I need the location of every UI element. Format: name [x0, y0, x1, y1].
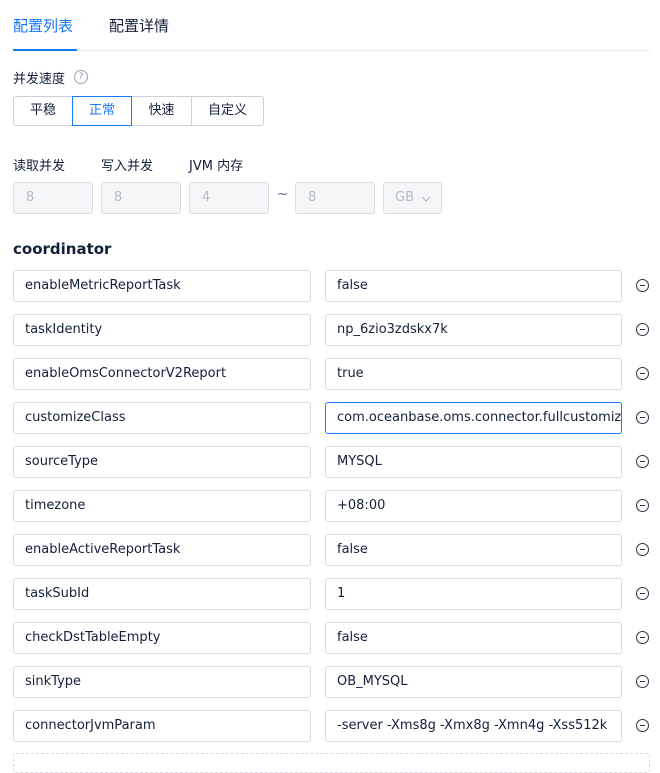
remove-circle-icon[interactable]: [636, 587, 649, 600]
tab-config-list[interactable]: 配置列表: [13, 15, 73, 37]
param-key-input[interactable]: timezone: [13, 490, 311, 522]
jvm-memory-label: JVM 内存: [189, 159, 244, 174]
param-key-input[interactable]: taskIdentity: [13, 314, 311, 346]
param-value-input[interactable]: -server -Xms8g -Xmx8g -Xmn4g -Xss512k: [325, 710, 622, 742]
param-value-input[interactable]: +08:00: [325, 490, 622, 522]
param-value-input[interactable]: MYSQL: [325, 446, 622, 478]
param-row: enableActiveReportTask false: [0, 534, 660, 566]
param-key-input[interactable]: customizeClass: [13, 402, 311, 434]
param-value-input[interactable]: OB_MYSQL: [325, 666, 622, 698]
param-row: taskIdentity np_6zio3zdskx7k: [0, 314, 660, 346]
param-key-input[interactable]: sinkType: [13, 666, 311, 698]
memory-unit-select[interactable]: GB: [383, 182, 442, 214]
speed-option-fast[interactable]: 快速: [131, 96, 192, 126]
param-value-input[interactable]: np_6zio3zdskx7k: [325, 314, 622, 346]
tab-config-detail[interactable]: 配置详情: [109, 15, 169, 37]
add-param-button[interactable]: [13, 753, 650, 773]
read-concurrency-input[interactable]: 8: [13, 182, 93, 214]
remove-circle-icon[interactable]: [636, 279, 649, 292]
param-value-input[interactable]: false: [325, 270, 622, 302]
param-key-input[interactable]: taskSubId: [13, 578, 311, 610]
write-concurrency-input[interactable]: 8: [101, 182, 181, 214]
jvm-memory-min-input[interactable]: 4: [189, 182, 269, 214]
param-row: enableOmsConnectorV2Report true: [0, 358, 660, 390]
param-row: customizeClass com.oceanbase.oms.connect…: [0, 402, 660, 434]
param-key-input[interactable]: sourceType: [13, 446, 311, 478]
memory-unit-value: GB: [395, 190, 414, 205]
param-value-input[interactable]: com.oceanbase.oms.connector.fullcustomiz…: [325, 402, 622, 434]
remove-circle-icon[interactable]: [636, 543, 649, 556]
tab-bar: 配置列表 配置详情: [13, 0, 650, 51]
param-key-input[interactable]: enableMetricReportTask: [13, 270, 311, 302]
speed-option-normal[interactable]: 正常: [72, 96, 132, 126]
write-concurrency-label: 写入并发: [101, 159, 154, 174]
param-row: sinkType OB_MYSQL: [0, 666, 660, 698]
chevron-down-icon: [421, 196, 431, 202]
remove-circle-icon[interactable]: [636, 631, 649, 644]
remove-circle-icon[interactable]: [636, 367, 649, 380]
param-row: enableMetricReportTask false: [0, 270, 660, 302]
param-key-input[interactable]: connectorJvmParam: [13, 710, 311, 742]
read-concurrency-label: 读取并发: [13, 159, 66, 174]
range-separator: ~: [277, 187, 288, 202]
remove-circle-icon[interactable]: [636, 499, 649, 512]
concurrency-label: 并发速度: [13, 72, 66, 87]
remove-circle-icon[interactable]: [636, 675, 649, 688]
remove-circle-icon[interactable]: [636, 719, 649, 732]
active-tab-indicator: [13, 49, 77, 51]
speed-option-steady[interactable]: 平稳: [13, 96, 73, 126]
param-row: sourceType MYSQL: [0, 446, 660, 478]
speed-option-custom[interactable]: 自定义: [191, 96, 264, 126]
param-value-input[interactable]: 1: [325, 578, 622, 610]
param-row: timezone +08:00: [0, 490, 660, 522]
section-title: coordinator: [13, 240, 112, 258]
remove-circle-icon[interactable]: [636, 323, 649, 336]
question-circle-icon[interactable]: ?: [74, 70, 88, 84]
param-key-input[interactable]: enableOmsConnectorV2Report: [13, 358, 311, 390]
jvm-memory-max-input[interactable]: 8: [295, 182, 375, 214]
param-value-input[interactable]: true: [325, 358, 622, 390]
param-value-input[interactable]: false: [325, 534, 622, 566]
param-value-input[interactable]: false: [325, 622, 622, 654]
param-key-input[interactable]: enableActiveReportTask: [13, 534, 311, 566]
remove-circle-icon[interactable]: [636, 411, 649, 424]
param-key-input[interactable]: checkDstTableEmpty: [13, 622, 311, 654]
param-row: checkDstTableEmpty false: [0, 622, 660, 654]
param-row: connectorJvmParam -server -Xms8g -Xmx8g …: [0, 710, 660, 742]
param-row: taskSubId 1: [0, 578, 660, 610]
remove-circle-icon[interactable]: [636, 455, 649, 468]
